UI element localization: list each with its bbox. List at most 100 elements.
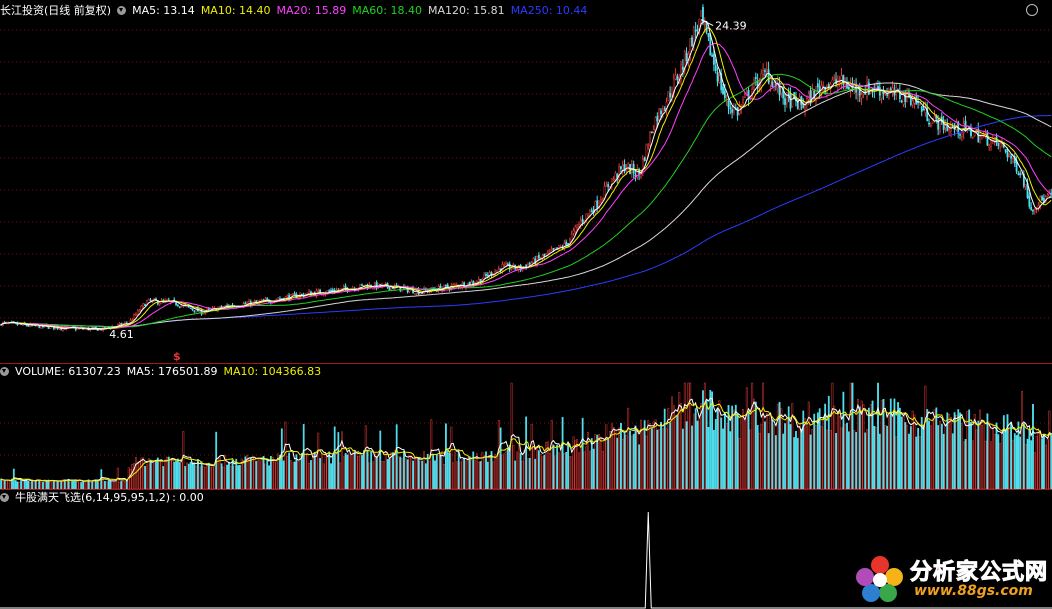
volume-bar xyxy=(1030,440,1033,490)
volume-bar xyxy=(767,433,770,490)
volume-bar xyxy=(197,459,199,490)
volume-bar xyxy=(568,456,571,490)
price-panel-header: 长江投资(日线 前复权) MA5: 13.14 MA10: 14.40 MA20: 1… xyxy=(0,2,593,20)
volume-bar xyxy=(784,423,786,490)
volume-bar xyxy=(902,414,905,490)
candle-body xyxy=(928,122,930,125)
volume-bar xyxy=(384,450,387,490)
candle-body xyxy=(543,253,546,256)
dropdown-icon[interactable] xyxy=(0,367,9,376)
volume-bar xyxy=(627,407,630,490)
volume-bar xyxy=(120,480,123,490)
volume-bar xyxy=(118,481,121,490)
candle-body xyxy=(142,303,145,307)
volume-bar xyxy=(1004,430,1007,490)
settings-icon[interactable] xyxy=(1026,4,1038,16)
candle-body xyxy=(505,263,507,266)
volume-bar xyxy=(993,434,996,490)
volume-bar xyxy=(479,461,482,490)
volume-bar xyxy=(888,412,890,490)
volume-bar xyxy=(483,455,486,490)
volume-bar xyxy=(929,425,932,490)
candle-body xyxy=(944,125,947,128)
candle-body xyxy=(669,92,672,98)
volume-bar xyxy=(713,429,715,490)
dropdown-icon[interactable] xyxy=(117,6,127,15)
volume-bar xyxy=(417,458,420,490)
volume-bar xyxy=(955,414,958,490)
volume-bar xyxy=(162,466,165,490)
candle-body xyxy=(1032,209,1034,212)
candle-body xyxy=(634,174,637,177)
volume-bar xyxy=(878,433,881,490)
volume-bar xyxy=(198,466,201,490)
volume-bar xyxy=(815,424,817,490)
volume-bar xyxy=(122,479,125,490)
volume-bar xyxy=(1033,452,1036,490)
ma20-line xyxy=(0,42,1052,330)
watermark-logo: 分析家公式网 www.88gs.com xyxy=(852,552,1048,606)
candle-body xyxy=(612,178,615,180)
volume-bar xyxy=(16,481,19,490)
volume-bar xyxy=(744,419,746,490)
volume-bar xyxy=(525,416,528,490)
volume-bar xyxy=(182,431,185,490)
volume-bar xyxy=(268,465,270,490)
volume-bar xyxy=(222,466,225,490)
candle-body xyxy=(960,131,963,137)
volume-bar xyxy=(703,382,706,490)
volume-bar xyxy=(687,382,690,490)
volume-bar xyxy=(293,461,296,490)
dropdown-icon[interactable] xyxy=(0,493,9,502)
volume-bar xyxy=(350,455,353,490)
volume-bar xyxy=(806,425,808,490)
candle-body xyxy=(497,268,500,270)
ma10-line xyxy=(0,27,1052,330)
volume-bar xyxy=(915,436,918,490)
ma60-line xyxy=(0,73,1052,328)
flower-logo-icon xyxy=(856,556,903,602)
volume-bar xyxy=(503,453,506,490)
volume-bar xyxy=(476,453,478,490)
candle-body xyxy=(660,110,662,114)
volume-bar xyxy=(795,430,797,490)
volume-bar xyxy=(392,452,394,490)
volume-bar xyxy=(40,481,43,490)
candle-body xyxy=(1033,209,1036,212)
volume-bar xyxy=(158,461,161,490)
candle-body xyxy=(140,305,143,311)
volume-bar xyxy=(189,461,192,490)
volume-bar xyxy=(641,428,644,490)
candle-body xyxy=(614,172,617,180)
volume-bar xyxy=(722,428,724,490)
volume-bar xyxy=(255,461,258,490)
kline-chart[interactable]: 24.39 4.61 $ xyxy=(0,0,1052,609)
candle-body xyxy=(1030,206,1033,211)
volume-bar xyxy=(373,453,376,490)
volume-bar xyxy=(869,404,872,490)
volume-bar xyxy=(104,481,106,490)
volume-bar xyxy=(532,445,535,490)
volume-bar xyxy=(514,460,517,490)
volume-bar xyxy=(58,481,61,490)
candle-body xyxy=(244,302,247,305)
candle-body xyxy=(625,169,628,171)
volume-bar xyxy=(238,465,241,490)
volume-bar xyxy=(922,425,925,490)
volume-bar xyxy=(782,433,785,490)
candle-body xyxy=(736,107,739,116)
candle-body xyxy=(676,76,679,81)
volume-bar xyxy=(866,429,868,490)
candle-body xyxy=(1041,196,1044,201)
volume-bar xyxy=(634,425,637,490)
volume-bar xyxy=(683,382,686,490)
candle-body xyxy=(744,94,746,98)
volume-bar xyxy=(291,462,294,490)
volume-bar xyxy=(884,425,887,490)
volume-bar xyxy=(997,434,1000,490)
volume-bar xyxy=(769,413,772,490)
candle-body xyxy=(317,290,320,292)
volume-bar xyxy=(1032,403,1034,490)
volume-bar xyxy=(891,416,894,490)
volume-bar xyxy=(280,428,283,490)
